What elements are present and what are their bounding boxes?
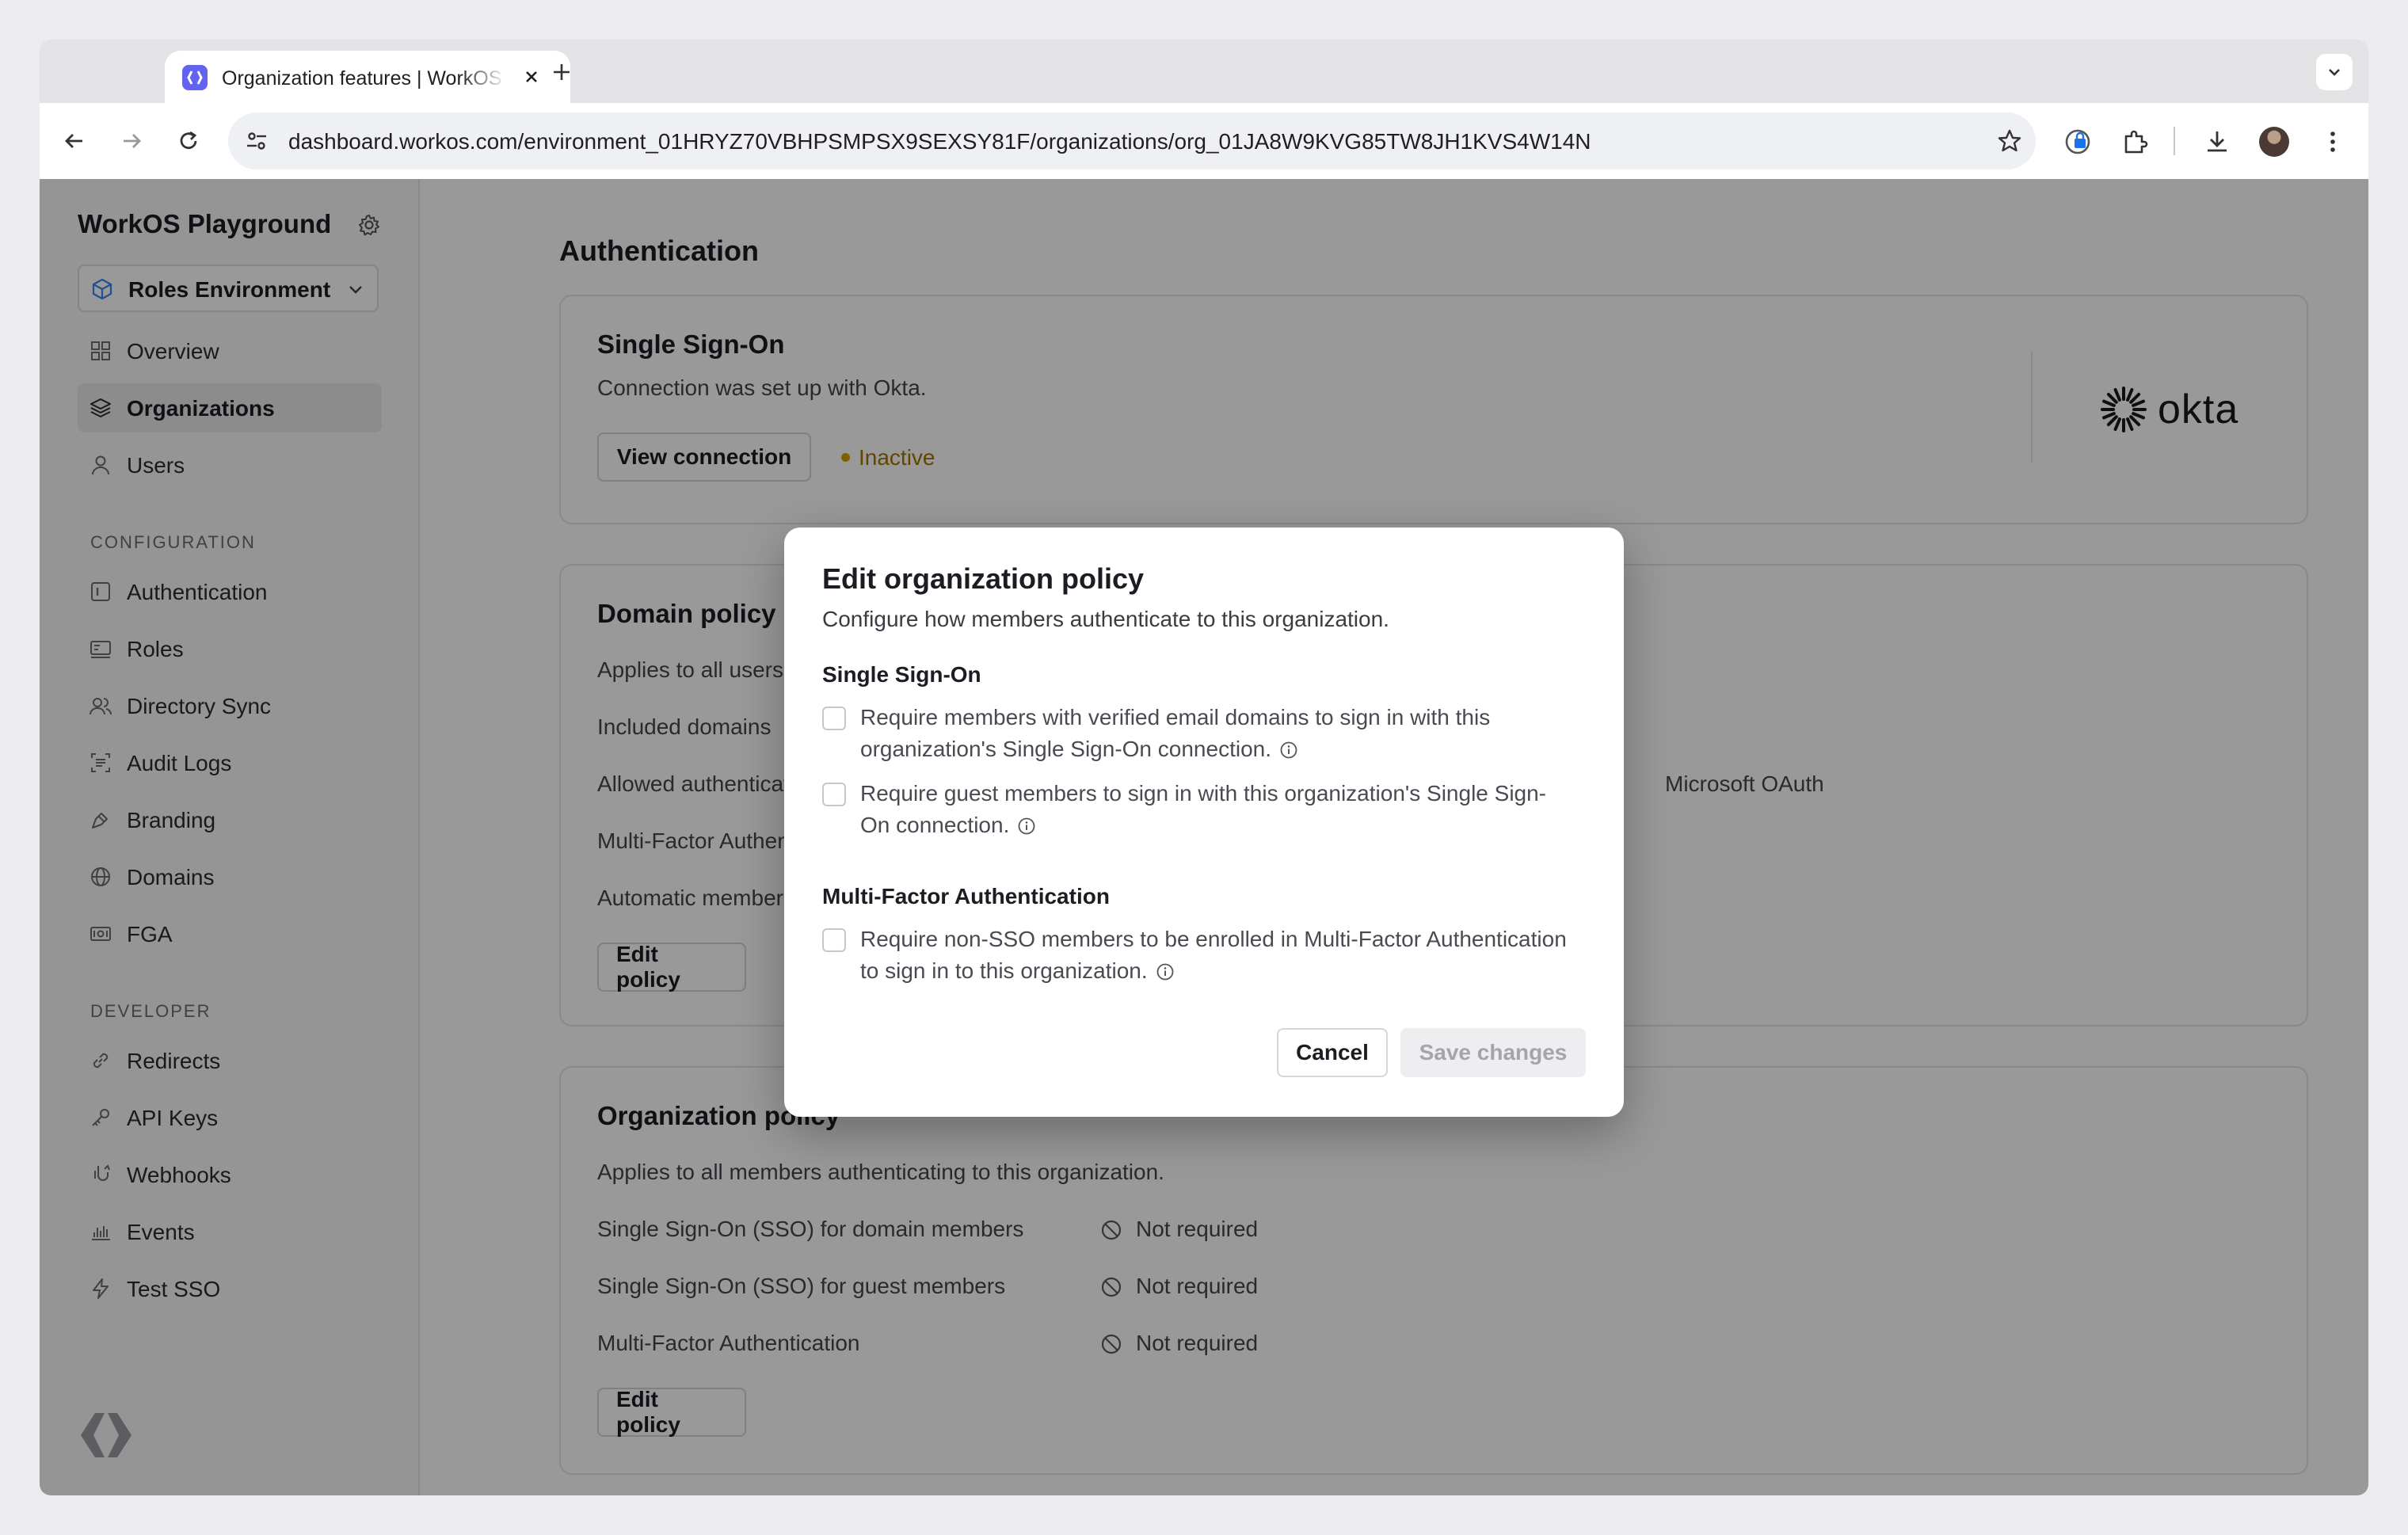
toolbar-divider: [2174, 127, 2175, 155]
extensions-puzzle-icon[interactable]: [2120, 127, 2150, 157]
url-path: /environment_01HRYZ70VBHPSMPSX9SEXSY81F/…: [517, 129, 1591, 154]
forward-arrow-icon[interactable]: [112, 122, 150, 160]
mfa-section-heading: Multi-Factor Authentication: [822, 884, 1110, 908]
edit-policy-dialog: Edit organization policy Configure how m…: [784, 528, 1624, 1117]
info-icon[interactable]: [1156, 958, 1175, 981]
new-tab-icon[interactable]: [547, 57, 577, 87]
require-mfa-option: Require non-SSO members to be enrolled i…: [860, 924, 1573, 987]
dialog-title: Edit organization policy: [822, 562, 1145, 595]
require-mfa-checkbox[interactable]: [822, 928, 846, 952]
option-text: Require members with verified email doma…: [860, 705, 1491, 761]
sso-section-heading: Single Sign-On: [822, 662, 981, 687]
browser-tab[interactable]: Organization features | WorkOS: [165, 51, 570, 103]
tab-strip: Organization features | WorkOS: [40, 40, 2368, 103]
option-text: Require guest members to sign in with th…: [860, 781, 1547, 837]
site-info-icon[interactable]: [244, 128, 269, 154]
bookmark-star-icon[interactable]: [1996, 128, 2023, 154]
url-text: dashboard.workos.com/environment_01HRYZ7…: [288, 129, 1591, 154]
require-sso-domain-option: Require members with verified email doma…: [860, 702, 1573, 765]
back-arrow-icon[interactable]: [55, 122, 93, 160]
reload-icon[interactable]: [170, 122, 208, 160]
browser-window: Organization features | WorkOS dashboard…: [40, 40, 2368, 1495]
info-icon[interactable]: [1279, 737, 1298, 759]
dialog-subtitle: Configure how members authenticate to th…: [822, 607, 1389, 631]
save-changes-button[interactable]: Save changes: [1400, 1028, 1586, 1077]
workos-favicon-icon: [182, 65, 208, 90]
require-sso-guest-checkbox[interactable]: [822, 783, 846, 806]
password-manager-icon[interactable]: [2063, 127, 2093, 157]
cancel-button[interactable]: Cancel: [1277, 1028, 1388, 1077]
option-text: Require non-SSO members to be enrolled i…: [860, 927, 1567, 983]
require-sso-domain-checkbox[interactable]: [822, 707, 846, 730]
profile-avatar[interactable]: [2259, 127, 2289, 157]
browser-toolbar: dashboard.workos.com/environment_01HRYZ7…: [40, 103, 2368, 179]
address-bar[interactable]: dashboard.workos.com/environment_01HRYZ7…: [228, 112, 2036, 169]
url-host: dashboard.workos.com: [288, 129, 518, 154]
browser-menu-kebab-icon[interactable]: [2318, 127, 2348, 157]
info-icon[interactable]: [1017, 813, 1036, 835]
close-tab-icon[interactable]: [518, 63, 545, 90]
download-icon[interactable]: [2202, 127, 2232, 157]
require-sso-guest-option: Require guest members to sign in with th…: [860, 778, 1573, 841]
tab-search-chevron-icon[interactable]: [2316, 54, 2353, 90]
tab-title: Organization features | WorkOS: [222, 67, 507, 90]
